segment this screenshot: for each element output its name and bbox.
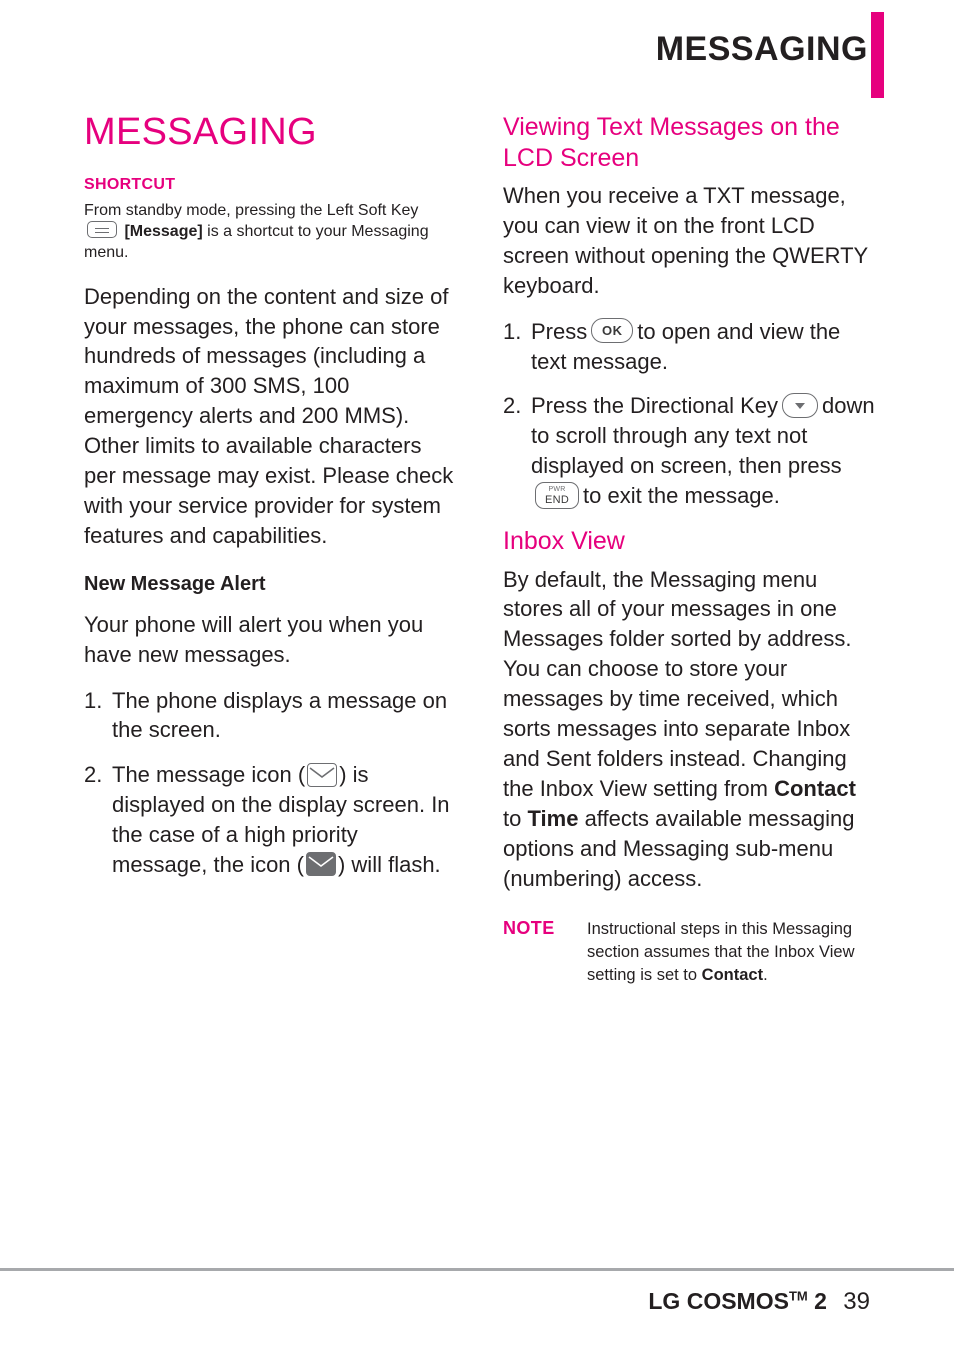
alert-steps-list: 1. The phone displays a message on the s… bbox=[84, 686, 458, 880]
footer-brand: LG COSMOS bbox=[648, 1288, 789, 1314]
inbox-mid-to: to bbox=[503, 805, 522, 831]
footer: LG COSMOSTM 2 39 bbox=[648, 1288, 870, 1316]
step-text-1: Press the Directional Key bbox=[531, 393, 778, 419]
list-item: 1. Press OK to open and view the text mess… bbox=[503, 317, 878, 377]
capacity-paragraph: Depending on the content and size of you… bbox=[84, 283, 454, 548]
shortcut-message-label: [Message] bbox=[124, 223, 203, 241]
message-envelope-icon bbox=[307, 762, 338, 787]
note-label: NOTE bbox=[503, 917, 555, 938]
footer-divider bbox=[0, 1268, 954, 1271]
alert-paragraph: Your phone will alert you when you have … bbox=[84, 611, 424, 667]
step-text-1: Press bbox=[531, 318, 588, 344]
footer-model: 2 bbox=[814, 1288, 827, 1314]
inbox-bold-contact: Contact bbox=[774, 775, 856, 801]
document-page: MESSAGING MESSAGING SHORTCUT From standb… bbox=[0, 0, 954, 1372]
section-heading-viewing-text-messages: Viewing Text Messages on the LCD Screen bbox=[503, 113, 840, 172]
ok-key-icon: OK bbox=[591, 318, 634, 344]
power-end-key-line2: END bbox=[544, 493, 570, 506]
step-text-3: to exit the message. bbox=[583, 483, 780, 509]
list-item: 2. Press the Directional Key down to scro… bbox=[503, 391, 878, 511]
inbox-text-1: By default, the Messaging menu stores al… bbox=[503, 566, 852, 801]
step-text: The phone displays a message on the scre… bbox=[112, 687, 448, 743]
header-title: MESSAGING bbox=[655, 30, 868, 68]
step-number: 2. bbox=[84, 762, 103, 788]
header-accent-bar bbox=[871, 12, 884, 98]
shortcut-heading: SHORTCUT bbox=[84, 175, 176, 193]
note-text: Instructional steps in this Messaging se… bbox=[587, 920, 855, 985]
power-end-key-icon: PWR END bbox=[535, 481, 579, 509]
left-soft-key-icon bbox=[87, 221, 117, 239]
page-header: MESSAGING bbox=[0, 0, 954, 100]
list-item: 1. The phone displays a message on the s… bbox=[84, 686, 458, 746]
step-number: 1. bbox=[84, 687, 103, 713]
left-column: MESSAGING SHORTCUT From standby mode, pr… bbox=[84, 111, 458, 895]
page-number: 39 bbox=[843, 1288, 870, 1315]
viewing-steps-list: 1. Press OK to open and view the text mess… bbox=[503, 317, 878, 511]
note-bold-contact: Contact bbox=[701, 966, 764, 985]
inbox-view-paragraph: By default, the Messaging menu stores al… bbox=[503, 565, 878, 894]
envelope-flap-lines-priority bbox=[308, 856, 334, 868]
step-number: 1. bbox=[503, 318, 522, 344]
step-text-1: The message icon ( bbox=[112, 762, 306, 788]
inbox-bold-time: Time bbox=[527, 805, 579, 831]
note-text-end: . bbox=[763, 966, 768, 985]
step-text-3: ) will flash. bbox=[337, 852, 441, 878]
shortcut-paragraph: From standby mode, pressing the Left Sof… bbox=[84, 200, 458, 264]
new-message-alert-heading: New Message Alert bbox=[84, 572, 266, 595]
viewing-paragraph: When you receive a TXT message, you can … bbox=[503, 183, 868, 298]
directional-key-down-icon bbox=[782, 393, 818, 419]
note-block: NOTE Instructional steps in this Messagi… bbox=[503, 918, 878, 988]
trademark-symbol: TM bbox=[788, 1288, 808, 1304]
page-title: MESSAGING bbox=[84, 111, 317, 153]
right-column: Viewing Text Messages on the LCD Screen … bbox=[503, 112, 878, 988]
step-number: 2. bbox=[503, 393, 522, 419]
envelope-flap-lines bbox=[309, 766, 335, 778]
priority-message-envelope-icon bbox=[305, 852, 336, 877]
list-item: 2. The message icon () is displayed on t… bbox=[84, 760, 458, 880]
section-heading-inbox-view: Inbox View bbox=[503, 527, 625, 556]
shortcut-text-1: From standby mode, pressing the Left Sof… bbox=[84, 201, 419, 219]
